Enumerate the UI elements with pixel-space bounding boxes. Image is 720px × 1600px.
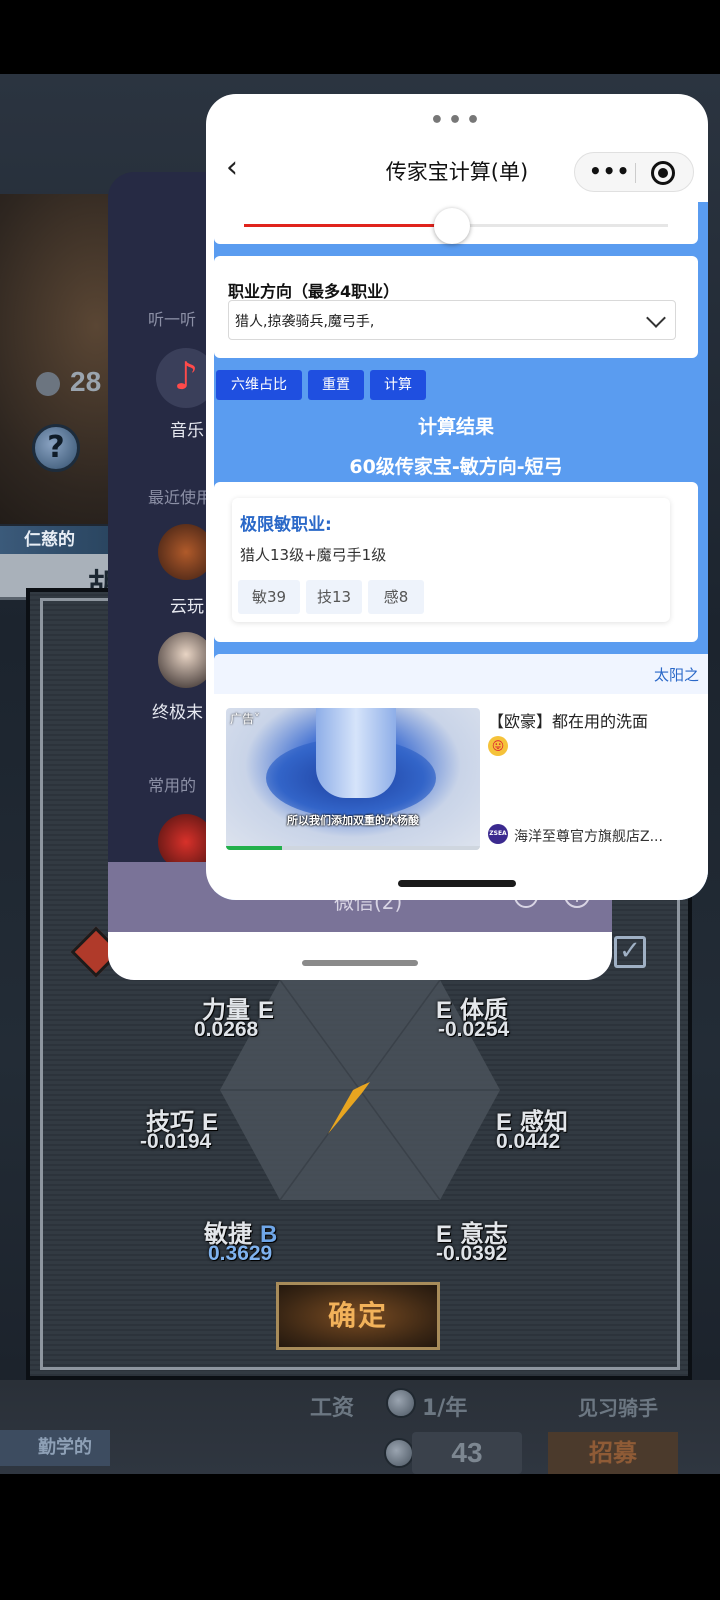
job-direction-section: 职业方向（最多4职业） 猎人,掠袭骑兵,魔弓手, <box>214 256 698 358</box>
stat-perception-value: 0.0442 <box>496 1130 561 1153</box>
music-label: 音乐 <box>170 421 204 441</box>
ad-caption: 所以我们添加双重的水杨酸 <box>287 814 419 827</box>
ad-product-image <box>316 708 396 798</box>
ad-section[interactable]: 太阳之 广告˅ 所以我们添加双重的水杨酸 【欧豪】都在用的洗面 😛 ZSEA 海… <box>214 654 708 900</box>
coin-icon <box>386 1388 416 1418</box>
store-logo-icon: ZSEA <box>488 824 508 844</box>
ad-progress-bar <box>226 846 480 850</box>
stat-tag: 感8 <box>368 580 424 614</box>
more-icon[interactable]: ••• <box>589 159 630 183</box>
app-switcher-screen: 28 ? 仁慈的 胡 ✓ 力量 E 0.0268 E 体质 -0.0254 技巧 E … <box>0 0 720 1600</box>
stat-agility-value: 0.3629 <box>208 1242 273 1265</box>
trait-ribbon: 勤学的 <box>0 1430 110 1466</box>
coin-icon <box>36 372 60 396</box>
wage-label: 工资 <box>310 1396 355 1421</box>
home-indicator <box>398 880 516 887</box>
wage-value: 1/年 <box>422 1396 468 1421</box>
ad-progress-fill <box>226 846 282 850</box>
job-direction-title: 职业方向（最多4职业） <box>228 282 400 301</box>
ad-title[interactable]: 【欧豪】都在用的洗面 <box>488 708 708 732</box>
stat-strength-value: 0.0268 <box>194 1018 259 1041</box>
slider-container <box>214 202 698 244</box>
stat-constitution-value: -0.0254 <box>438 1018 510 1041</box>
capsule-divider <box>635 163 636 183</box>
drag-handle-icon[interactable]: ••• <box>206 108 708 133</box>
ad-badge[interactable]: 广告˅ <box>230 710 260 727</box>
slider-handle[interactable] <box>433 208 470 244</box>
six-dim-ratio-button[interactable]: 六维占比 <box>216 370 302 400</box>
stat-tag: 敏39 <box>238 580 300 614</box>
result-heading: 极限敏职业: <box>240 515 332 535</box>
job-select[interactable]: 猎人,掠袭骑兵,魔弓手, <box>228 300 676 340</box>
capsule-menu: ••• <box>574 152 694 192</box>
page-content: 职业方向（最多4职业） 猎人,掠袭骑兵,魔弓手, 六维占比 重置 计算 计算结果… <box>214 202 708 900</box>
confirm-button[interactable]: 确定 <box>276 1282 440 1350</box>
result-card: 极限敏职业: 猎人13级+魔弓手1级 敏39 技13 感8 <box>214 482 698 642</box>
help-icon[interactable]: ? <box>32 424 80 472</box>
checkbox-icon[interactable]: ✓ <box>614 936 646 968</box>
ad-header: 太阳之 <box>214 654 708 694</box>
slider-fill <box>244 224 452 227</box>
job-select-value: 猎人,掠袭骑兵,魔弓手, <box>235 314 375 330</box>
coin-icon <box>384 1438 414 1468</box>
resource-count: 28 <box>70 366 102 397</box>
section-label: 常用的 <box>148 776 197 795</box>
recruit-price: 43 <box>412 1432 522 1474</box>
home-indicator <box>302 960 418 966</box>
result-subtitle: 60级传家宝-敏方向-短弓 <box>349 456 563 478</box>
stat-will-value: -0.0392 <box>436 1242 508 1265</box>
result-detail: 极限敏职业: 猎人13级+魔弓手1级 敏39 技13 感8 <box>232 498 670 622</box>
app-label: 云玩 <box>170 597 204 617</box>
ad-header-link[interactable]: 太阳之 <box>654 664 699 685</box>
app-label: 终极末 <box>152 703 203 723</box>
emoji-icon: 😛 <box>488 736 508 756</box>
ad-store-name[interactable]: 海洋至尊官方旗舰店Z... <box>514 826 704 846</box>
ad-video[interactable]: 广告˅ 所以我们添加双重的水杨酸 <box>226 708 480 850</box>
trait-banner: 仁慈的 <box>0 526 110 554</box>
card-footer <box>108 932 612 980</box>
stat-skill-value: -0.0194 <box>140 1130 212 1153</box>
result-line: 猎人13级+魔弓手1级 <box>240 546 387 564</box>
miniprogram-card[interactable]: ••• ‹ 传家宝计算(单) ••• 职业方向（最多4职业） 猎人,掠袭骑兵,魔… <box>206 94 708 900</box>
section-label: 听一听 <box>148 310 197 329</box>
stat-tag: 技13 <box>306 580 362 614</box>
recruit-button[interactable]: 招募 <box>548 1432 678 1474</box>
chevron-down-icon <box>646 308 666 328</box>
calculate-button[interactable]: 计算 <box>370 370 426 400</box>
close-miniprogram-icon[interactable] <box>651 161 675 185</box>
rank-label: 见习骑手 <box>578 1396 658 1420</box>
reset-button[interactable]: 重置 <box>308 370 364 400</box>
result-title: 计算结果 <box>417 416 494 438</box>
section-label: 最近使用 <box>148 488 213 507</box>
